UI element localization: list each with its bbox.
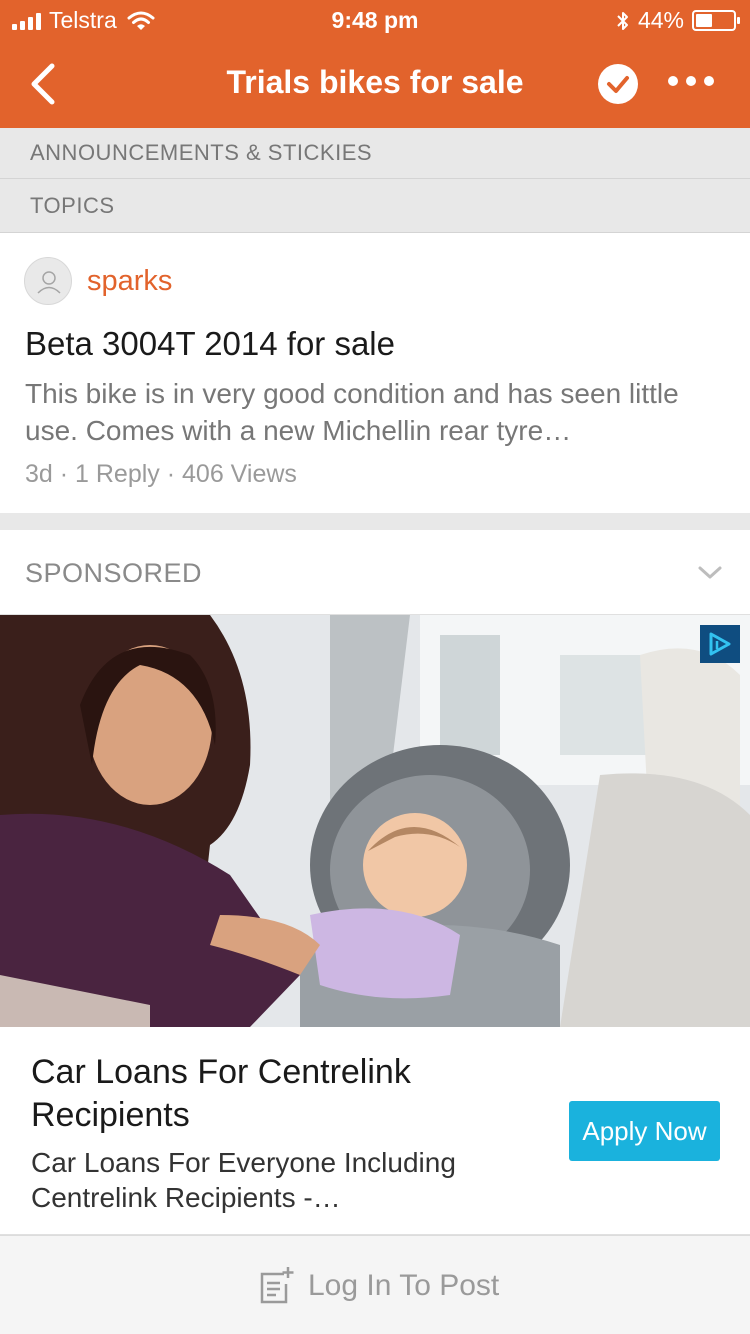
ad-choices-icon[interactable] <box>700 625 740 663</box>
sponsored-label: SPONSORED <box>25 558 203 588</box>
chevron-down-icon[interactable] <box>696 560 724 584</box>
battery-icon <box>692 10 740 31</box>
nav-bar: Trials bikes for sale <box>0 40 750 128</box>
topics-header: TOPICS <box>0 179 750 233</box>
log-in-to-post-button[interactable]: Log In To Post <box>256 1266 499 1306</box>
avatar-placeholder-icon[interactable] <box>24 257 72 305</box>
more-icon[interactable] <box>668 76 714 86</box>
topic-excerpt: This bike is in very good condition and … <box>25 378 679 446</box>
apply-now-button[interactable]: Apply Now <box>569 1101 720 1161</box>
bluetooth-icon <box>617 11 628 30</box>
topic-card[interactable]: sparks Beta 3004T 2014 for sale This bik… <box>0 233 750 513</box>
compose-icon <box>260 1267 294 1304</box>
check-circle-icon[interactable] <box>598 64 638 104</box>
ad-title[interactable]: Car Loans For Centrelink Recipients <box>31 1051 531 1137</box>
topic-title[interactable]: Beta 3004T 2014 for sale <box>25 325 395 363</box>
divider <box>0 513 750 530</box>
status-bar: Telstra 9:48 pm 44% <box>0 0 750 40</box>
ad-description: Car Loans For Everyone Including Centrel… <box>31 1147 456 1213</box>
author-name[interactable]: sparks <box>87 265 172 298</box>
ad-image[interactable] <box>0 615 750 1027</box>
battery-percent: 44% <box>637 7 684 33</box>
announcements-header[interactable]: ANNOUNCEMENTS & STICKIES <box>0 128 750 179</box>
sponsored-header: SPONSORED <box>0 530 750 615</box>
log-in-label: Log In To Post <box>308 1269 500 1302</box>
ad-card[interactable]: Car Loans For Centrelink Recipients Car … <box>0 1027 750 1235</box>
bottom-bar: Log In To Post <box>0 1235 750 1334</box>
topic-meta: 3d · 1 Reply · 406 Views <box>25 460 297 488</box>
